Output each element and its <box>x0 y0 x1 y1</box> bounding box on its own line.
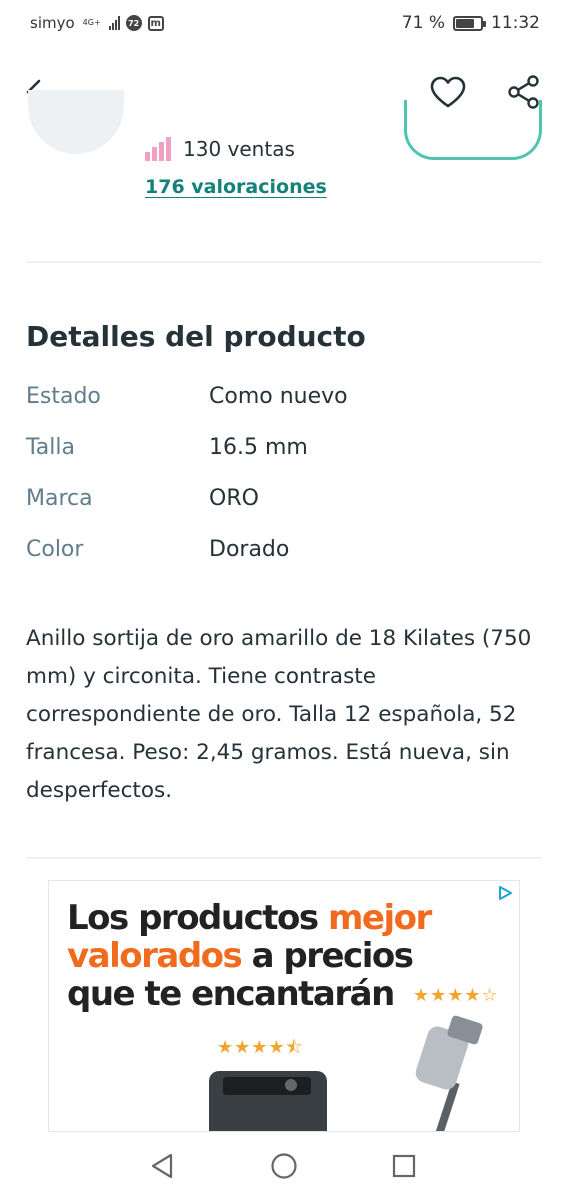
ad-headline-text: que te encantarán <box>67 974 395 1014</box>
rating-stars-icon: ★★★★☆ <box>413 985 499 1006</box>
detail-label: Marca <box>26 486 93 511</box>
status-bar: simyo 4G+ 72 m 71 % 11:32 <box>0 0 568 48</box>
detail-row-talla: Talla 16.5 mm <box>26 431 546 482</box>
section-divider <box>26 261 542 263</box>
details-table: Estado Como nuevo Talla 16.5 mm Marca OR… <box>26 380 546 584</box>
detail-row-color: Color Dorado <box>26 533 546 584</box>
detail-value: Dorado <box>209 537 290 562</box>
ad-headline-text: Los productos <box>67 898 328 938</box>
network-type: 4G+ <box>82 18 101 27</box>
detail-row-marca: Marca ORO <box>26 482 546 533</box>
sales-info: 130 ventas <box>145 137 295 161</box>
ad-banner[interactable]: Los productos mejor valorados a precios … <box>48 880 520 1132</box>
sales-icon <box>145 137 171 161</box>
triangle-back-icon <box>151 1153 173 1179</box>
system-home-button[interactable] <box>266 1150 302 1182</box>
status-left: simyo 4G+ 72 m <box>30 14 164 32</box>
notification-badge-icon: 72 <box>125 15 142 31</box>
clock: 11:32 <box>491 13 540 33</box>
battery-fill <box>456 18 475 28</box>
carrier-name: simyo <box>30 14 75 32</box>
app-notification-icon: m <box>147 15 164 31</box>
signal-icon <box>108 16 120 30</box>
detail-label: Talla <box>26 435 75 460</box>
sales-count: 130 ventas <box>183 137 295 161</box>
air-fryer-image <box>209 1071 327 1131</box>
detail-row-estado: Estado Como nuevo <box>26 380 546 431</box>
battery-icon <box>453 15 486 31</box>
ad-headline-highlight: mejor <box>327 898 432 938</box>
status-right: 71 % 11:32 <box>402 13 540 33</box>
system-recents-button[interactable] <box>386 1150 422 1182</box>
ad-headline-highlight: valorados <box>67 936 243 976</box>
battery-percent: 71 % <box>401 13 445 33</box>
ratings-link[interactable]: 176 valoraciones <box>145 176 327 198</box>
square-recents-icon <box>392 1154 416 1178</box>
section-divider <box>26 857 542 859</box>
system-back-button[interactable] <box>144 1150 180 1182</box>
ad-headline-text: a precios <box>241 936 414 976</box>
follow-button[interactable] <box>404 100 542 160</box>
rating-stars-icon: ★★★★⯪ <box>217 1037 304 1058</box>
detail-value: 16.5 mm <box>209 435 308 460</box>
detail-label: Estado <box>26 384 101 409</box>
detail-value: Como nuevo <box>209 384 348 409</box>
detail-value: ORO <box>209 486 259 511</box>
details-title: Detalles del producto <box>26 320 366 353</box>
seller-avatar[interactable] <box>28 90 124 154</box>
detail-label: Color <box>26 537 84 562</box>
circle-home-icon <box>271 1153 297 1179</box>
system-nav-bar <box>0 1132 568 1200</box>
product-description: Anillo sortija de oro amarillo de 18 Kil… <box>26 626 532 803</box>
